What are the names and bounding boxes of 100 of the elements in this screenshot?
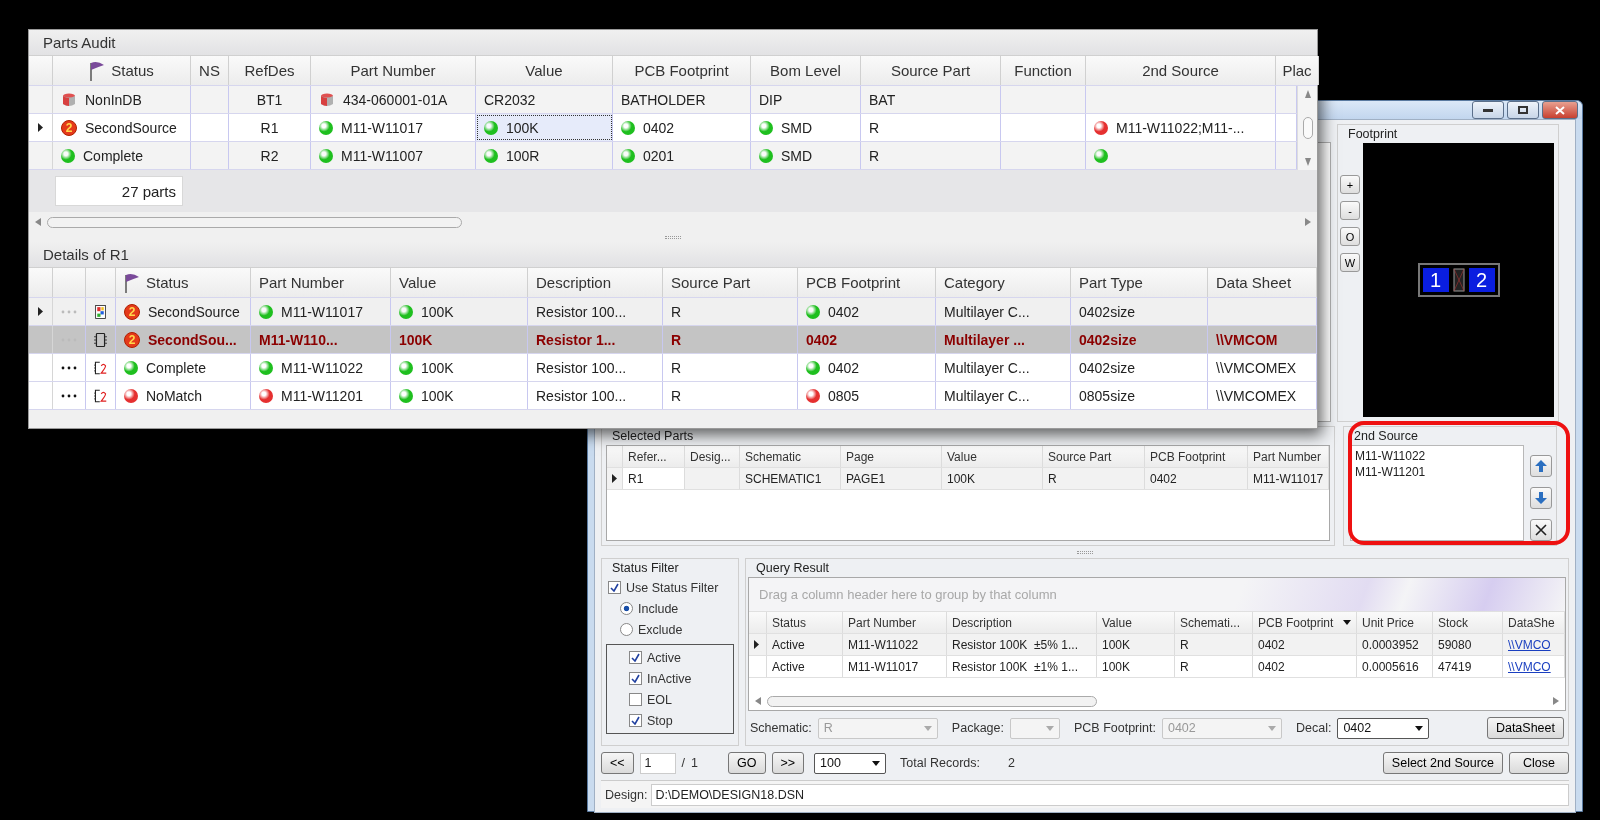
column-header[interactable]: Category: [936, 268, 1071, 297]
list-item[interactable]: M11-W11201: [1355, 465, 1519, 481]
column-header[interactable]: Status: [53, 56, 191, 85]
zoom-button[interactable]: W: [1340, 253, 1360, 272]
column-header[interactable]: Status: [116, 268, 251, 297]
arrow-icon[interactable]: [1304, 90, 1311, 98]
checkbox[interactable]: [629, 672, 642, 685]
cell-text: Multilayer C...: [944, 387, 1030, 404]
column-header[interactable]: RefDes: [229, 56, 311, 85]
checkbox[interactable]: [608, 581, 621, 594]
column-header[interactable]: Part Type: [1071, 268, 1208, 297]
zoom-button[interactable]: O: [1340, 227, 1360, 246]
list-item[interactable]: M11-W11022: [1355, 449, 1519, 465]
close-button[interactable]: [1542, 101, 1578, 119]
group-title: 2nd Source: [1353, 428, 1419, 445]
column-header[interactable]: Part Number: [311, 56, 476, 85]
cell-text: BT1: [256, 91, 283, 108]
cell-text: R: [869, 119, 880, 136]
zoom-button[interactable]: +: [1340, 175, 1360, 194]
next-page-button[interactable]: >>: [771, 752, 805, 774]
parts-count: 27 parts: [55, 176, 183, 206]
table-row[interactable]: Complete R2 M11-W11007 100R 0201 SMD R: [29, 142, 1297, 170]
go-button[interactable]: GO: [728, 752, 766, 774]
cell-text: 0805size: [1079, 387, 1136, 404]
checkbox[interactable]: [629, 651, 642, 664]
column-header[interactable]: Page: [841, 446, 942, 467]
column-header[interactable]: Part Number: [843, 612, 947, 633]
datasheet-button[interactable]: DataSheet: [1486, 717, 1564, 739]
checkbox[interactable]: [629, 714, 642, 727]
close-icon: [1535, 524, 1547, 536]
column-header[interactable]: NS: [191, 56, 229, 85]
datasheet-link[interactable]: \\VMCO: [1508, 637, 1551, 652]
column-header[interactable]: Value: [476, 56, 613, 85]
table-row[interactable]: Complete M11-W11022 100K Resistor 100... R 0402 Multilayer C... 0402size \\VMCOMEX: [29, 354, 1317, 382]
move-up-button[interactable]: [1530, 455, 1552, 477]
column-header[interactable]: Value: [942, 446, 1043, 467]
column-header[interactable]: PCB Footprint: [798, 268, 936, 297]
column-header[interactable]: Source Part: [1043, 446, 1145, 467]
table-row[interactable]: NoMatch M11-W11201 100K Resistor 100... R 0805 Multilayer C... 0805size \\VMCOMEX: [29, 382, 1317, 410]
status-dot-icon: [1094, 120, 1108, 135]
table-row[interactable]: NonInDB BT1 434-060001-01A CR2032 BATHOLDER DIP BAT: [29, 86, 1297, 114]
zoom-button[interactable]: -: [1340, 201, 1360, 220]
move-down-button[interactable]: [1530, 487, 1552, 509]
more-icon[interactable]: [61, 393, 77, 398]
column-header[interactable]: Value: [391, 268, 528, 297]
column-header[interactable]: Desig...: [685, 446, 740, 467]
cell-text: 0805: [828, 387, 860, 404]
status-dot-icon: [484, 148, 498, 163]
column-header[interactable]: Description: [528, 268, 663, 297]
column-header[interactable]: Value: [1097, 612, 1175, 633]
total-label: Total Records:: [900, 756, 980, 770]
delete-button[interactable]: [1530, 519, 1552, 541]
column-header[interactable]: Refer...: [623, 446, 685, 467]
column-header[interactable]: Stock: [1433, 612, 1503, 633]
column-header[interactable]: Part Number: [251, 268, 391, 297]
cell-text: NonInDB: [85, 91, 142, 108]
more-icon[interactable]: [61, 365, 77, 370]
column-header[interactable]: Schematic: [740, 446, 841, 467]
table-cell[interactable]: 100K: [476, 114, 613, 141]
action-button[interactable]: Select 2nd Source: [1382, 752, 1503, 774]
column-header[interactable]: DataShe: [1503, 612, 1565, 633]
radio-button[interactable]: [620, 623, 633, 636]
dropdown[interactable]: 0402: [1337, 717, 1430, 739]
arrow-icon[interactable]: [755, 697, 761, 705]
table-row[interactable]: 2 SecondSource M11-W11017 100K Resistor 100... R 0402 Multilayer C... 0402size: [29, 298, 1317, 326]
page-field[interactable]: 1: [639, 752, 676, 774]
arrow-icon[interactable]: [1305, 218, 1311, 226]
arrow-icon[interactable]: [1553, 697, 1559, 705]
column-header[interactable]: Part Number: [1248, 446, 1329, 467]
table-row[interactable]: R1 SCHEMATIC1 PAGE1 100K R 0402 M11-W11017: [607, 468, 1329, 490]
column-header[interactable]: 2nd Source: [1086, 56, 1276, 85]
column-header[interactable]: PCB Footprint: [613, 56, 751, 85]
column-header[interactable]: Function: [1001, 56, 1086, 85]
maximize-button[interactable]: [1507, 101, 1539, 119]
table-row[interactable]: Active M11-W11017 Resistor 100K ±1% 1... 100K R 0402 0.0005616 47419 \\VMCO: [749, 656, 1565, 678]
table-row[interactable]: Active M11-W11022 Resistor 100K ±5% 1... 100K R 0402 0.0003952 59080 \\VMCO: [749, 634, 1565, 656]
column-header[interactable]: Status: [767, 612, 843, 633]
table-row[interactable]: 2 SecondSou... M11-W110... 100K Resistor 1... R 0402 Multilayer ... 0402size \\VMCOM: [29, 326, 1317, 354]
minimize-button[interactable]: [1472, 101, 1504, 119]
column-header[interactable]: Unit Price: [1357, 612, 1433, 633]
column-header[interactable]: Source Part: [663, 268, 798, 297]
column-header[interactable]: Schemati...: [1175, 612, 1253, 633]
scrollbar-thumb[interactable]: [1302, 117, 1313, 139]
column-header[interactable]: PCB Footprint: [1145, 446, 1248, 467]
design-path-field[interactable]: D:\DEMO\DESIGN18.DSN: [651, 783, 1569, 806]
column-header[interactable]: Plac: [1276, 56, 1319, 85]
page-size-dropdown[interactable]: 100: [814, 752, 887, 774]
column-header[interactable]: Description: [947, 612, 1097, 633]
column-header[interactable]: Source Part: [861, 56, 1001, 85]
arrow-icon[interactable]: [35, 218, 41, 226]
datasheet-link[interactable]: \\VMCO: [1508, 659, 1551, 674]
first-page-button[interactable]: <<: [601, 752, 634, 774]
radio-button[interactable]: [620, 602, 633, 615]
column-header[interactable]: Data Sheet: [1208, 268, 1317, 297]
table-row[interactable]: 2 SecondSource R1 M11-W11017 100K 0402 SMD R M11-W11022;M11-...: [29, 114, 1297, 142]
column-header[interactable]: Bom Level: [751, 56, 861, 85]
checkbox[interactable]: [629, 693, 642, 706]
action-button[interactable]: Close: [1509, 752, 1569, 774]
column-header[interactable]: PCB Footprint: [1253, 612, 1357, 633]
arrow-icon[interactable]: [1304, 158, 1311, 166]
